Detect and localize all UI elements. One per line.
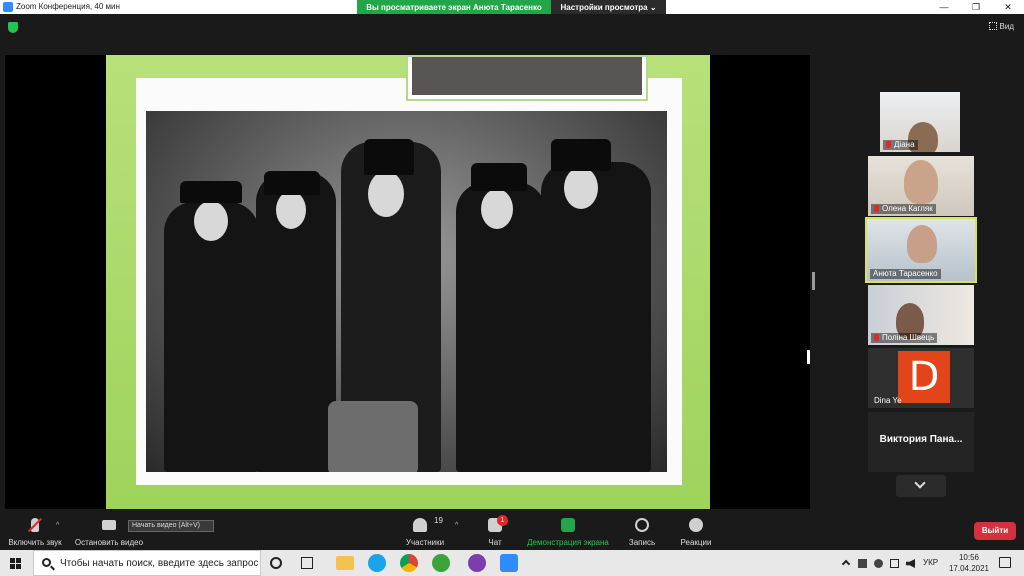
leave-meeting-button[interactable]: Выйти — [974, 522, 1016, 540]
volume-icon[interactable] — [906, 559, 915, 568]
record-button[interactable]: Запись — [624, 512, 660, 550]
meeting-topbar: Вид — [0, 14, 1024, 40]
smiley-icon — [689, 518, 703, 532]
caret-up-icon: ^ — [56, 522, 60, 529]
participant-name: Анюта Тарасенко — [870, 269, 941, 279]
notifications-icon[interactable] — [999, 557, 1011, 568]
panel-resize-handle[interactable] — [812, 272, 815, 290]
network-adapter-icon[interactable] — [858, 559, 867, 568]
webcam-icon[interactable] — [874, 559, 883, 568]
file-explorer-icon[interactable] — [336, 556, 354, 570]
share-screen-button[interactable]: Демонстрация экрана — [524, 512, 612, 550]
chevron-down-icon — [914, 477, 926, 489]
grid-icon — [988, 22, 997, 30]
mic-muted-icon — [874, 334, 879, 341]
participant-tile[interactable]: Діана — [880, 92, 960, 152]
clock-date: 17.04.2021 — [948, 564, 990, 573]
skype-icon[interactable] — [368, 554, 386, 572]
participants-count: 19 — [434, 516, 443, 525]
participants-options-caret[interactable]: ^ — [455, 512, 463, 550]
slide-photo — [146, 111, 667, 472]
viber-icon[interactable] — [468, 554, 486, 572]
audio-options-caret[interactable]: ^ — [56, 512, 64, 550]
zoom-taskbar-icon[interactable] — [500, 554, 518, 572]
video-tooltip: Начать видео (Alt+V) — [128, 520, 214, 532]
participant-name: Поліна Швець — [871, 333, 938, 343]
zoom-app-icon — [3, 2, 13, 12]
participant-tile[interactable]: Поліна Швець — [868, 285, 974, 345]
participants-icon — [413, 518, 427, 532]
camera-icon — [102, 520, 116, 530]
keyboard-language[interactable]: УКР — [923, 558, 938, 567]
clock-time: 10:56 — [958, 553, 980, 562]
participant-name: Олена Кагляк — [871, 204, 936, 214]
close-button[interactable]: ✕ — [992, 0, 1024, 14]
view-options-button[interactable]: Настройки просмотра ⌄ — [551, 0, 666, 15]
battery-icon[interactable] — [890, 559, 899, 568]
participant-name: Dina Ye — [874, 396, 902, 405]
minimize-button[interactable]: — — [928, 0, 960, 14]
task-view-icon[interactable] — [301, 557, 313, 569]
windows-taskbar: Чтобы начать поиск, введите здесь запрос… — [0, 550, 1024, 576]
participant-name: Виктория Пана... — [879, 434, 963, 445]
viewing-share-banner: Вы просматриваете экран Анюта Тарасенко — [357, 0, 551, 15]
chat-unread-badge: 1 — [497, 515, 508, 526]
taskbar-clock[interactable]: 10:56 17.04.2021 — [945, 552, 993, 574]
participant-avatar-initial: D — [898, 351, 950, 403]
participant-name: Діана — [883, 140, 918, 150]
mic-muted-icon — [874, 205, 879, 212]
maximize-button[interactable]: ❐ — [960, 0, 992, 14]
chevron-up-icon[interactable] — [841, 559, 851, 569]
taskbar-search-box[interactable]: Чтобы начать поиск, введите здесь запрос — [33, 550, 261, 576]
cortana-icon[interactable] — [270, 557, 282, 569]
chrome-icon[interactable] — [400, 554, 418, 572]
chat-button[interactable]: 1 Чат — [480, 512, 510, 550]
share-screen-icon — [561, 518, 575, 532]
search-icon — [42, 558, 51, 567]
slide-top-image — [406, 55, 648, 101]
view-label: Вид — [999, 22, 1014, 31]
participants-button[interactable]: 19 Участники — [398, 512, 452, 550]
share-edge-marker — [807, 350, 810, 364]
windows-logo-icon — [10, 558, 15, 563]
participant-tile[interactable]: Виктория Пана... — [868, 412, 974, 472]
record-icon — [635, 518, 649, 532]
participant-tile[interactable]: D Dina Ye — [868, 348, 974, 408]
view-button[interactable]: Вид — [988, 22, 1014, 31]
search-placeholder: Чтобы начать поиск, введите здесь запрос — [60, 558, 259, 569]
caret-up-icon: ^ — [455, 522, 459, 529]
utorrent-icon[interactable] — [432, 554, 450, 572]
mic-muted-icon — [886, 141, 891, 148]
participant-tile[interactable]: Олена Кагляк — [868, 156, 974, 216]
reactions-button[interactable]: Реакции — [676, 512, 716, 550]
start-button[interactable] — [0, 550, 32, 576]
security-shield-icon[interactable] — [8, 22, 18, 33]
participant-tile-active-speaker[interactable]: Анюта Тарасенко — [865, 217, 977, 283]
gallery-scroll-down-button[interactable] — [896, 475, 946, 497]
window-title: Zoom Конференция, 40 мин — [16, 2, 120, 11]
